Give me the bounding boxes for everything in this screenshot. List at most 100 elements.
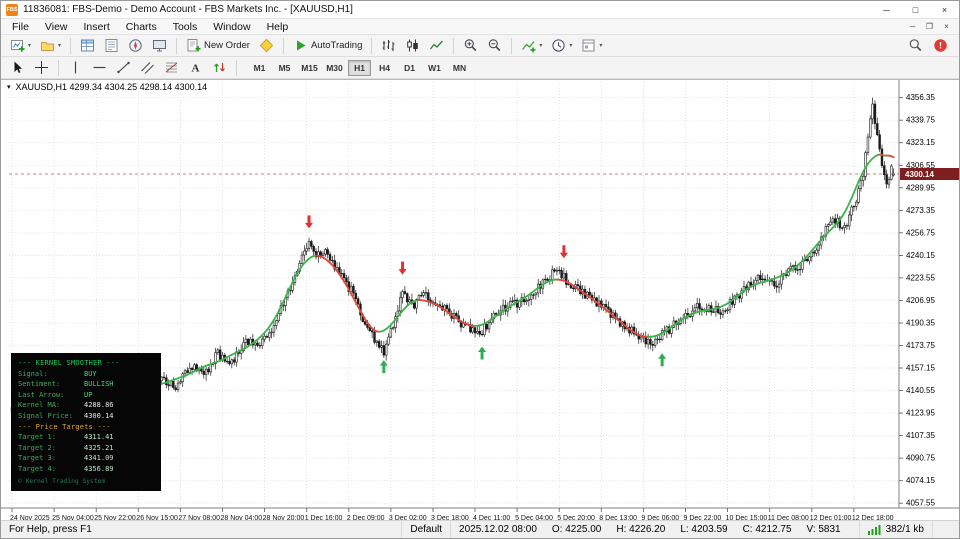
kernel-smoother-panel: --- KERNEL SMOOTHER --- Signal: BUY Sentim…: [11, 353, 161, 492]
timeframe-mn[interactable]: MN: [448, 60, 471, 76]
terminal-button[interactable]: [148, 37, 171, 55]
panel-row-label: Target 4:: [18, 464, 56, 473]
terminal-icon: [152, 38, 167, 53]
chart-ohlc-header: ▾ XAUUSD,H1 4299.34 4304.25 4298.14 4300…: [7, 82, 207, 92]
toolbar-separator: [236, 59, 237, 76]
menu-help[interactable]: Help: [259, 20, 297, 34]
panel-row: Signal Price: 4300.14: [18, 411, 154, 422]
svg-text:!: !: [939, 41, 942, 51]
chart-line-button[interactable]: [425, 37, 448, 55]
zoom-out-button[interactable]: [483, 37, 506, 55]
cursor-button[interactable]: [6, 59, 29, 77]
main-toolbar-buttons: ▾ ▾ New Order AutoTrading ▾ ▾ ▾: [6, 37, 606, 55]
timeframe-m30[interactable]: M30: [323, 60, 346, 76]
templates-button[interactable]: ▾: [577, 37, 606, 55]
maximize-button[interactable]: □: [901, 1, 930, 18]
data-window-icon: [104, 38, 119, 53]
profiles-icon: [40, 38, 55, 53]
indicators-dropdown-icon: ▾: [539, 43, 543, 49]
close-button[interactable]: ×: [930, 1, 959, 18]
horizontal-line-icon: [92, 60, 107, 75]
new-chart-button[interactable]: ▾: [6, 37, 35, 55]
svg-text:12 Dec 18:00: 12 Dec 18:00: [852, 515, 894, 520]
svg-text:3 Dec 18:00: 3 Dec 18:00: [431, 515, 469, 520]
timeframe-w1[interactable]: W1: [423, 60, 446, 76]
vertical-line-button[interactable]: [64, 59, 87, 77]
panel-row-value: 4300.14: [84, 411, 114, 420]
toolbar-separator: [511, 37, 513, 54]
panel-row: Target 1: 4311.41: [18, 432, 154, 443]
status-template[interactable]: Default: [402, 521, 452, 538]
fibonacci-icon: [164, 60, 179, 75]
panel-row-label: Sentiment:: [18, 380, 61, 389]
autotrading-button[interactable]: AutoTrading: [289, 37, 366, 55]
time-scale[interactable]: 24 Nov 2025 25 Nov 04:00 25 Nov 22:00 26 No…: [10, 508, 894, 520]
timeframe-m5[interactable]: M5: [273, 60, 296, 76]
zoom-out-icon: [487, 38, 502, 53]
svg-text:10 Dec 15:00: 10 Dec 15:00: [726, 515, 768, 520]
timeframe-m1[interactable]: M1: [248, 60, 271, 76]
svg-text:3 Dec 02:00: 3 Dec 02:00: [389, 515, 427, 520]
timeframe-h1[interactable]: H1: [348, 59, 371, 76]
text-button[interactable]: A: [184, 59, 207, 77]
chart-bars-button[interactable]: [377, 37, 400, 55]
svg-text:2 Dec 09:00: 2 Dec 09:00: [347, 515, 385, 520]
community-button[interactable]: !: [929, 37, 952, 55]
zoom-in-icon: [463, 38, 478, 53]
timeframe-m15[interactable]: M15: [298, 60, 321, 76]
svg-text:4300.14: 4300.14: [905, 170, 934, 179]
trendline-button[interactable]: [112, 59, 135, 77]
indicators-button[interactable]: ▾: [517, 37, 546, 55]
chart-restore-button[interactable]: ❐: [921, 22, 938, 31]
collapse-icon[interactable]: ▾: [7, 83, 11, 91]
menu-window[interactable]: Window: [205, 20, 258, 34]
svg-text:4157.15: 4157.15: [906, 364, 935, 373]
toolbar-separator: [453, 37, 455, 54]
panel-row-label: Target 2:: [18, 443, 56, 452]
info-panel-rows: Signal: BUY Sentiment: BULLISH Last Arrow: UP…: [18, 369, 154, 422]
fibonacci-button[interactable]: [160, 59, 183, 77]
timeframe-d1[interactable]: D1: [398, 60, 421, 76]
menu-bar-items: File View Insert Charts Tools Window Help: [4, 20, 296, 34]
chart-area[interactable]: 4356.35 4339.75 4323.15 4306.55 4289.95 4273.…: [1, 79, 959, 520]
menu-insert[interactable]: Insert: [76, 20, 118, 34]
metaeditor-button[interactable]: [255, 37, 278, 55]
minimize-button[interactable]: ─: [872, 1, 901, 18]
arrows-button[interactable]: [208, 59, 231, 77]
menu-charts[interactable]: Charts: [118, 20, 165, 34]
ohlc-text: XAUUSD,H1 4299.34 4304.25 4298.14 4300.1…: [15, 82, 208, 92]
info-panel-targets: Target 1: 4311.41 Target 2: 4325.21 Target 3…: [18, 432, 154, 474]
status-volume: V: 5831: [806, 524, 841, 535]
chart-candles-icon: [405, 38, 420, 53]
channel-icon: [140, 60, 155, 75]
search-button[interactable]: [904, 37, 927, 55]
chart-minimize-button[interactable]: ─: [904, 22, 921, 31]
periods-button[interactable]: ▾: [547, 37, 576, 55]
menu-view[interactable]: View: [37, 20, 76, 34]
timeframe-h4[interactable]: H4: [373, 60, 396, 76]
data-window-button[interactable]: [100, 37, 123, 55]
chart-close-button[interactable]: ×: [938, 22, 955, 31]
crosshair-button[interactable]: [30, 59, 53, 77]
menu-tools[interactable]: Tools: [165, 20, 206, 34]
horizontal-line-button[interactable]: [88, 59, 111, 77]
new-order-button[interactable]: New Order: [182, 37, 254, 55]
profiles-button[interactable]: ▾: [36, 37, 65, 55]
market-watch-button[interactable]: [76, 37, 99, 55]
community-icon: !: [933, 38, 948, 53]
profiles-dropdown-icon: ▾: [58, 43, 62, 49]
menu-file[interactable]: File: [4, 20, 37, 34]
channel-button[interactable]: [136, 59, 159, 77]
zoom-in-button[interactable]: [459, 37, 482, 55]
templates-dropdown-icon: ▾: [599, 43, 603, 49]
navigator-button[interactable]: [124, 37, 147, 55]
svg-text:4240.15: 4240.15: [906, 251, 935, 260]
text-icon: A: [188, 60, 203, 75]
autotrading-label: AutoTrading: [310, 40, 363, 51]
chart-candles-button[interactable]: [401, 37, 424, 55]
timeframe-buttons: M1 M5 M15 M30 H1 H4 D1 W1 MN: [247, 59, 472, 76]
price-scale[interactable]: 4356.354339.754323.154306.554289.954273.…: [899, 93, 959, 508]
periods-icon: [551, 38, 566, 53]
svg-text:4256.75: 4256.75: [906, 228, 935, 237]
new-chart-icon: [10, 38, 25, 53]
